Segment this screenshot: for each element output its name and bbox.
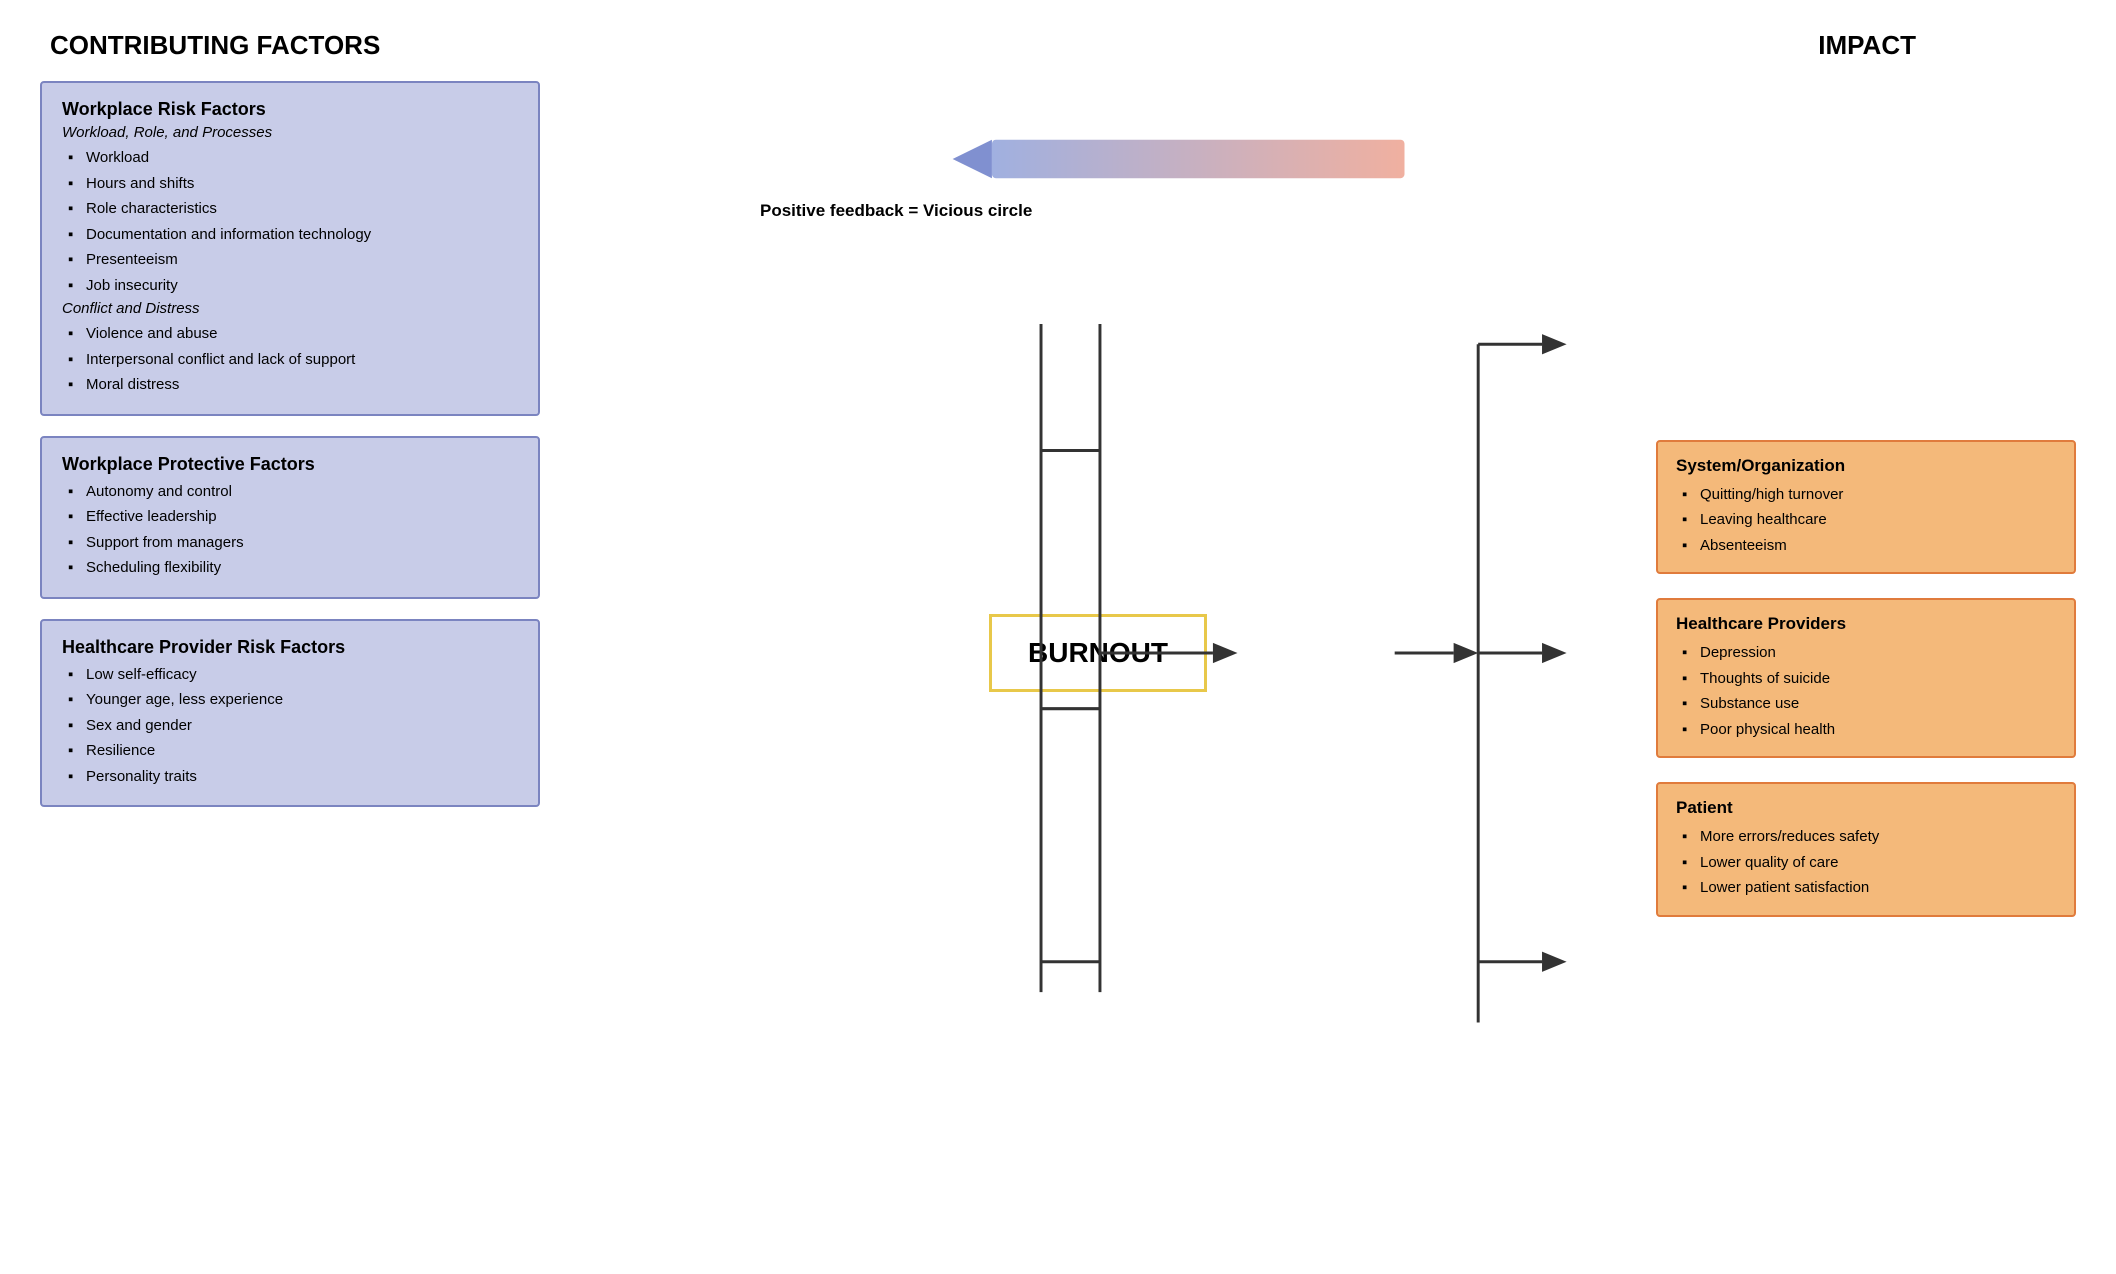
- patient-box: Patient More errors/reduces safety Lower…: [1656, 782, 2076, 917]
- list-item: Interpersonal conflict and lack of suppo…: [68, 347, 518, 373]
- list-item: Support from managers: [68, 530, 518, 556]
- list-item: Lower quality of care: [1682, 850, 2056, 876]
- workplace-risk-list1: Workload Hours and shifts Role character…: [62, 145, 518, 298]
- list-item: Quitting/high turnover: [1682, 482, 2056, 508]
- list-item: Resilience: [68, 738, 518, 764]
- list-item: Poor physical health: [1682, 717, 2056, 743]
- list-item: Leaving healthcare: [1682, 507, 2056, 533]
- system-org-title: System/Organization: [1676, 456, 2056, 476]
- system-org-box: System/Organization Quitting/high turnov…: [1656, 440, 2076, 575]
- list-item: Autonomy and control: [68, 479, 518, 505]
- layout: Workplace Risk Factors Workload, Role, a…: [40, 81, 2076, 1225]
- workplace-risk-list2: Violence and abuse Interpersonal conflic…: [62, 321, 518, 398]
- provider-risk-list: Low self-efficacy Younger age, less expe…: [62, 662, 518, 790]
- contributing-factors-title: CONTRIBUTING FACTORS: [40, 30, 2076, 61]
- list-item: Younger age, less experience: [68, 687, 518, 713]
- list-item: More errors/reduces safety: [1682, 824, 2056, 850]
- list-item: Scheduling flexibility: [68, 555, 518, 581]
- right-column: System/Organization Quitting/high turnov…: [1656, 81, 2076, 1225]
- provider-risk-title: Healthcare Provider Risk Factors: [62, 637, 518, 658]
- patient-title: Patient: [1676, 798, 2056, 818]
- list-item: Job insecurity: [68, 273, 518, 299]
- healthcare-providers-box: Healthcare Providers Depression Thoughts…: [1656, 598, 2076, 758]
- conflict-distress-subtitle: Conflict and Distress: [62, 300, 518, 317]
- left-column: Workplace Risk Factors Workload, Role, a…: [40, 81, 540, 1225]
- patient-list: More errors/reduces safety Lower quality…: [1676, 824, 2056, 901]
- list-item: Role characteristics: [68, 196, 518, 222]
- burnout-box: BURNOUT: [989, 614, 1207, 692]
- list-item: Depression: [1682, 640, 2056, 666]
- protective-factors-list: Autonomy and control Effective leadershi…: [62, 479, 518, 581]
- list-item: Sex and gender: [68, 713, 518, 739]
- workplace-risk-subtitle: Workload, Role, and Processes: [62, 124, 518, 141]
- list-item: Absenteeism: [1682, 533, 2056, 559]
- workplace-risk-box: Workplace Risk Factors Workload, Role, a…: [40, 81, 540, 416]
- workplace-risk-title: Workplace Risk Factors: [62, 99, 518, 120]
- list-item: Documentation and information technology: [68, 222, 518, 248]
- protective-factors-box: Workplace Protective Factors Autonomy an…: [40, 436, 540, 599]
- list-item: Personality traits: [68, 764, 518, 790]
- list-item: Low self-efficacy: [68, 662, 518, 688]
- list-item: Presenteeism: [68, 247, 518, 273]
- list-item: Effective leadership: [68, 504, 518, 530]
- list-item: Violence and abuse: [68, 321, 518, 347]
- list-item: Thoughts of suicide: [1682, 666, 2056, 692]
- healthcare-providers-list: Depression Thoughts of suicide Substance…: [1676, 640, 2056, 742]
- feedback-label: Positive feedback = Vicious circle: [760, 201, 1032, 221]
- list-item: Moral distress: [68, 372, 518, 398]
- list-item: Hours and shifts: [68, 171, 518, 197]
- diagram-container: CONTRIBUTING FACTORS IMPACT Workplace Ri…: [0, 0, 2116, 1274]
- impact-title: IMPACT: [1818, 30, 1916, 61]
- list-item: Substance use: [1682, 691, 2056, 717]
- provider-risk-box: Healthcare Provider Risk Factors Low sel…: [40, 619, 540, 808]
- protective-factors-title: Workplace Protective Factors: [62, 454, 518, 475]
- list-item: Workload: [68, 145, 518, 171]
- healthcare-providers-title: Healthcare Providers: [1676, 614, 2056, 634]
- system-org-list: Quitting/high turnover Leaving healthcar…: [1676, 482, 2056, 559]
- center-column: BURNOUT Positive feedback = Vicious circ…: [540, 81, 1656, 1225]
- list-item: Lower patient satisfaction: [1682, 875, 2056, 901]
